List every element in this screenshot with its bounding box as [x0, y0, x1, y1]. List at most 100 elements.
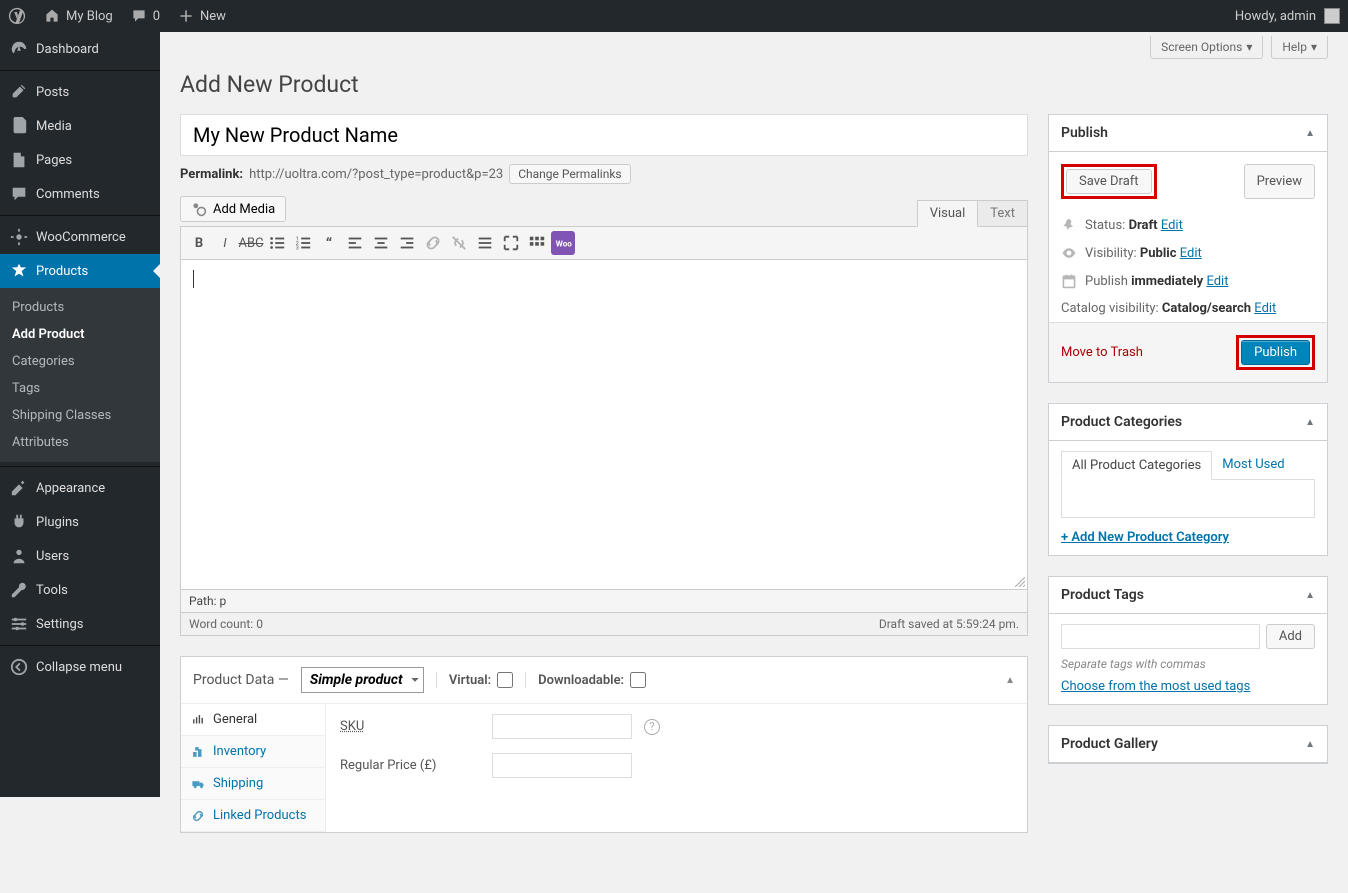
pd-tab-linked[interactable]: Linked Products — [181, 800, 325, 832]
menu-plugins[interactable]: Plugins — [0, 505, 160, 539]
sku-input[interactable] — [492, 714, 632, 739]
submenu-tags[interactable]: Tags — [0, 375, 160, 402]
pd-tab-general[interactable]: General — [181, 704, 325, 736]
tag-hint: Separate tags with commas — [1061, 657, 1315, 671]
product-type-select[interactable]: Simple product — [301, 667, 424, 693]
cat-tab-all[interactable]: All Product Categories — [1061, 451, 1212, 480]
pin-icon — [1061, 217, 1077, 233]
avatar — [1324, 8, 1340, 24]
menu-media[interactable]: Media — [0, 109, 160, 143]
word-count-label: Word count: — [189, 617, 253, 631]
account-menu[interactable]: Howdy, admin — [1235, 8, 1340, 24]
chevron-down-icon: ▾ — [1246, 40, 1252, 54]
unlink-button[interactable] — [447, 231, 471, 255]
menu-users[interactable]: Users — [0, 539, 160, 573]
product-title-input[interactable] — [180, 114, 1028, 156]
permalink-url: http://uoltra.com/?post_type=product&p=2… — [249, 167, 503, 182]
categories-toggle[interactable]: ▲ — [1305, 417, 1315, 428]
howdy-text: Howdy, admin — [1235, 9, 1316, 24]
submenu-products-all[interactable]: Products — [0, 294, 160, 321]
menu-pages[interactable]: Pages — [0, 143, 160, 177]
editor-tab-visual[interactable]: Visual — [917, 200, 979, 227]
help-button[interactable]: Help ▾ — [1271, 36, 1328, 59]
product-categories-box: Product Categories ▲ All Product Categor… — [1048, 403, 1328, 556]
path-value: p — [219, 594, 226, 608]
resize-handle-icon[interactable] — [1015, 577, 1025, 587]
comments-count: 0 — [153, 9, 160, 24]
edit-date-link[interactable]: Edit — [1206, 274, 1228, 289]
ul-button[interactable] — [265, 231, 289, 255]
save-draft-button[interactable]: Save Draft — [1066, 169, 1152, 194]
add-category-link[interactable]: + Add New Product Category — [1061, 530, 1229, 545]
bold-button[interactable]: B — [187, 231, 211, 255]
gallery-toggle[interactable]: ▲ — [1305, 739, 1315, 750]
menu-woocommerce[interactable]: WooCommerce — [0, 220, 160, 254]
link-button[interactable] — [421, 231, 445, 255]
menu-appearance[interactable]: Appearance — [0, 471, 160, 505]
submenu-shipping-classes[interactable]: Shipping Classes — [0, 402, 160, 429]
preview-button[interactable]: Preview — [1244, 164, 1315, 199]
site-name-link[interactable]: My Blog — [44, 8, 113, 24]
ol-button[interactable]: 123 — [291, 231, 315, 255]
comments-link[interactable]: 0 — [131, 8, 160, 24]
italic-button[interactable]: I — [213, 231, 237, 255]
edit-status-link[interactable]: Edit — [1161, 218, 1183, 233]
strike-button[interactable]: ABC — [239, 231, 263, 255]
cat-tab-most[interactable]: Most Used — [1212, 451, 1294, 479]
wp-logo[interactable] — [8, 7, 26, 25]
editor-toolbar: B I ABC 123 “ Woo — [180, 226, 1028, 260]
price-input[interactable] — [492, 753, 632, 778]
align-left-button[interactable] — [343, 231, 367, 255]
move-to-trash-link[interactable]: Move to Trash — [1061, 345, 1143, 360]
draft-saved-text: Draft saved at 5:59:24 pm. — [879, 617, 1019, 631]
add-media-button[interactable]: Add Media — [180, 196, 286, 222]
choose-tags-link[interactable]: Choose from the most used tags — [1061, 679, 1250, 694]
add-tag-button[interactable]: Add — [1266, 624, 1315, 649]
collapse-menu[interactable]: Collapse menu — [0, 650, 160, 684]
product-tags-box: Product Tags ▲ Add Separate tags with co… — [1048, 576, 1328, 705]
tags-title: Product Tags — [1061, 587, 1144, 603]
fullscreen-button[interactable] — [499, 231, 523, 255]
align-right-button[interactable] — [395, 231, 419, 255]
submenu-categories[interactable]: Categories — [0, 348, 160, 375]
edit-catalog-link[interactable]: Edit — [1254, 301, 1276, 316]
screen-options-button[interactable]: Screen Options ▾ — [1150, 36, 1263, 59]
site-name-text: My Blog — [66, 9, 113, 24]
product-data-box: Product Data — Simple product Virtual: D… — [180, 656, 1028, 833]
editor-tab-text[interactable]: Text — [978, 200, 1028, 227]
menu-products[interactable]: Products — [0, 254, 160, 288]
woo-shortcode-button[interactable]: Woo — [551, 231, 575, 255]
submenu-attributes[interactable]: Attributes — [0, 429, 160, 456]
menu-dashboard[interactable]: Dashboard — [0, 32, 160, 66]
quote-button[interactable]: “ — [317, 231, 341, 255]
pd-tab-shipping[interactable]: Shipping — [181, 768, 325, 800]
new-link[interactable]: New — [178, 8, 226, 24]
page-title: Add New Product — [180, 71, 1328, 98]
product-data-title: Product Data — — [193, 672, 289, 688]
edit-visibility-link[interactable]: Edit — [1180, 246, 1202, 261]
downloadable-label: Downloadable: — [538, 673, 624, 688]
editor-content-area[interactable] — [180, 260, 1028, 590]
tags-toggle[interactable]: ▲ — [1305, 590, 1315, 601]
product-gallery-box: Product Gallery ▲ — [1048, 725, 1328, 764]
publish-toggle[interactable]: ▲ — [1305, 128, 1315, 139]
downloadable-checkbox[interactable] — [630, 672, 646, 688]
category-list-panel — [1061, 480, 1315, 518]
virtual-checkbox[interactable] — [497, 672, 513, 688]
change-permalinks-button[interactable]: Change Permalinks — [509, 164, 630, 184]
align-center-button[interactable] — [369, 231, 393, 255]
kitchensink-button[interactable] — [525, 231, 549, 255]
more-button[interactable] — [473, 231, 497, 255]
menu-comments[interactable]: Comments — [0, 177, 160, 211]
help-icon[interactable]: ? — [644, 719, 660, 735]
pd-tab-inventory[interactable]: Inventory — [181, 736, 325, 768]
menu-tools[interactable]: Tools — [0, 573, 160, 607]
categories-title: Product Categories — [1061, 414, 1182, 430]
tag-input[interactable] — [1061, 624, 1260, 649]
publish-button[interactable]: Publish — [1241, 340, 1310, 365]
adminbar: My Blog 0 New Howdy, admin — [0, 0, 1348, 32]
submenu-add-product[interactable]: Add Product — [0, 321, 160, 348]
menu-posts[interactable]: Posts — [0, 75, 160, 109]
menu-settings[interactable]: Settings — [0, 607, 160, 641]
product-data-toggle[interactable]: ▲ — [1005, 675, 1015, 686]
